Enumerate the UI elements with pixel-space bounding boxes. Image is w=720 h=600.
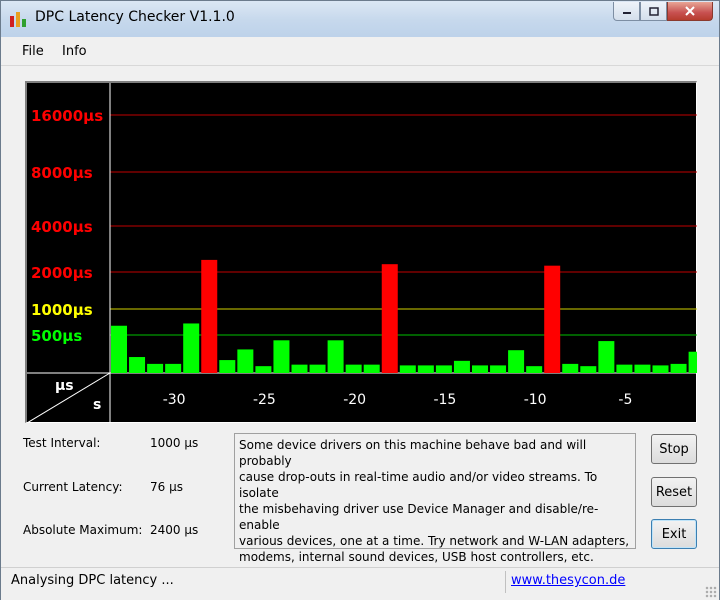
x-tick-label: -10 (524, 392, 547, 408)
latency-bar (237, 349, 254, 373)
menu-bar: File Info (1, 37, 719, 66)
y-unit-label: µs (55, 378, 74, 394)
x-tick-label: -25 (253, 392, 276, 408)
website-link[interactable]: www.thesycon.de (511, 573, 625, 588)
y-axis-label-4000: 4000µs (31, 218, 93, 236)
latency-bar (399, 365, 416, 373)
maximize-button[interactable] (640, 2, 667, 21)
minimize-icon (622, 12, 631, 14)
x-tick-label: -5 (618, 392, 632, 408)
x-unit-label: s (93, 397, 101, 413)
close-icon (685, 6, 695, 16)
y-axis-label-1000: 1000µs (31, 301, 93, 319)
latency-bar (273, 340, 290, 373)
test-interval-label: Test Interval: (23, 436, 101, 450)
latency-bar (562, 363, 579, 373)
y-axis-label-8000: 8000µs (31, 164, 93, 182)
window-controls (613, 2, 713, 21)
latency-bar (490, 365, 507, 373)
info-message: Some device drivers on this machine beha… (234, 433, 636, 564)
latency-bar (363, 364, 380, 373)
title-bar[interactable]: DPC Latency Checker V1.1.0 (1, 1, 719, 37)
latency-bar (201, 259, 218, 373)
absolute-max-value: 2400 µs (150, 523, 199, 537)
latency-bar (472, 365, 488, 373)
resize-grip[interactable] (705, 586, 717, 598)
menu-info[interactable]: Info (62, 44, 87, 59)
x-tick-label: -30 (163, 392, 186, 408)
latency-bar (381, 264, 398, 373)
status-bar: Analysing DPC latency ... www.thesycon.d… (1, 567, 719, 600)
info-message-line: cause drop-outs in real-time audio and/o… (239, 470, 598, 500)
stop-button[interactable]: Stop (651, 434, 697, 464)
latency-bar (435, 365, 452, 373)
maximize-icon (648, 6, 659, 16)
close-button[interactable] (667, 2, 713, 21)
minimize-button[interactable] (613, 2, 640, 21)
info-message-line: modems, internal sound devices, USB host… (239, 550, 594, 564)
window-title: DPC Latency Checker V1.1.0 (35, 9, 235, 25)
x-tick-label: -20 (343, 392, 366, 408)
latency-bar (580, 366, 597, 373)
latency-bar (129, 357, 146, 373)
latency-bar (453, 360, 470, 373)
y-axis-label-500: 500µs (31, 327, 82, 345)
current-latency-label: Current Latency: (23, 480, 123, 494)
info-message-line: various devices, one at a time. Try netw… (239, 534, 630, 548)
latency-bar (183, 323, 200, 373)
absolute-max-label: Absolute Maximum: (23, 523, 143, 537)
latency-chart: 16000µs 8000µs 4000µs 2000µs 1000µs 500µs µs s -… (25, 81, 697, 423)
latency-bar (598, 341, 615, 373)
test-interval-value: 1000 µs (150, 436, 199, 450)
latency-bar (147, 363, 164, 373)
latency-bar (526, 366, 543, 373)
current-latency-value: 76 µs (150, 480, 183, 494)
latency-bar (616, 364, 633, 373)
latency-bar (327, 340, 344, 373)
latency-bar (255, 366, 272, 373)
y-axis-label-16000: 16000µs (31, 107, 103, 125)
app-window: DPC Latency Checker V1.1.0 File Info 160… (0, 0, 720, 600)
status-text: Analysing DPC latency ... (11, 573, 174, 588)
latency-bar (345, 364, 362, 373)
latency-bar (291, 364, 308, 373)
latency-bar (688, 351, 697, 373)
app-bar-chart-icon (10, 12, 26, 27)
latency-bar (544, 265, 561, 373)
latency-bar (670, 363, 687, 373)
latency-bar (219, 360, 236, 373)
y-axis-label-2000: 2000µs (31, 264, 93, 282)
menu-file[interactable]: File (22, 44, 44, 59)
latency-bar (508, 350, 525, 373)
latency-bar (634, 364, 651, 373)
latency-bar (111, 325, 127, 373)
latency-bar (417, 365, 434, 373)
latency-bar (165, 363, 182, 373)
latency-chart-svg: 16000µs 8000µs 4000µs 2000µs 1000µs 500µs µs s -… (27, 83, 697, 423)
info-message-line: Some device drivers on this machine beha… (239, 438, 587, 468)
info-message-line: the misbehaving driver use Device Manage… (239, 502, 599, 532)
latency-bar (309, 364, 326, 373)
exit-button[interactable]: Exit (651, 519, 697, 549)
reset-button[interactable]: Reset (651, 477, 697, 507)
status-separator (505, 571, 506, 593)
x-tick-label: -15 (433, 392, 456, 408)
latency-bar (652, 365, 669, 373)
